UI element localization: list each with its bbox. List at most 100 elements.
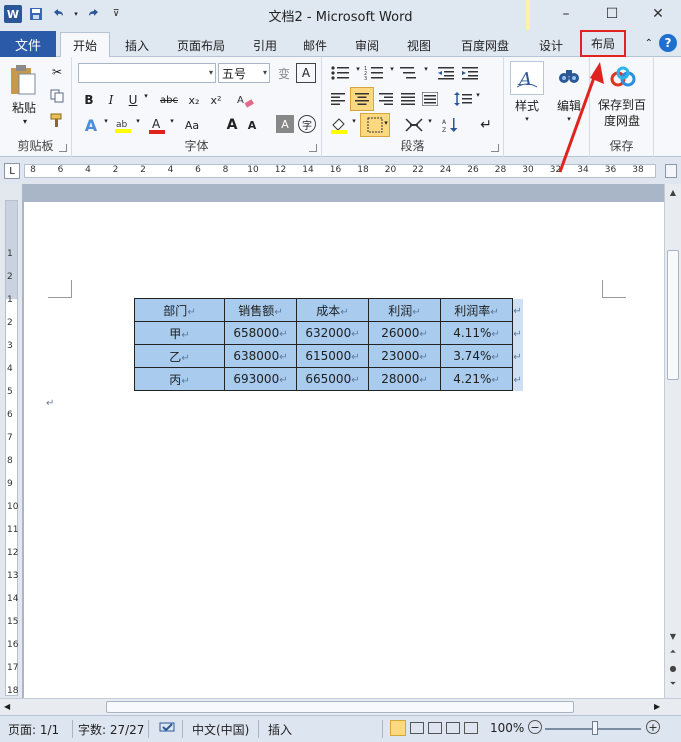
table-row[interactable]: 丙↵ 693000↵ 665000↵ 28000↵ 4.21%↵ ↵ (134, 367, 523, 391)
table-cell[interactable]: 28000↵ (368, 367, 441, 391)
data-table[interactable]: 部门↵ 销售额↵ 成本↵ 利润↵ 利润率↵ ↵ 甲↵ 658000↵ 632000↵ 26000↵… (134, 298, 523, 391)
tab-file[interactable]: 文件 (0, 31, 56, 57)
distributed-icon[interactable] (420, 89, 440, 109)
zoom-slider-thumb[interactable] (592, 721, 598, 735)
bullets-icon[interactable] (328, 63, 354, 83)
underline-dropdown-icon[interactable]: ▾ (142, 92, 150, 100)
font-size-combo[interactable]: 五号 ▾ (218, 63, 270, 83)
paste-button[interactable]: 粘贴 (8, 99, 40, 116)
find-binoculars-icon[interactable] (554, 61, 584, 91)
table-header-cell[interactable]: 销售额↵ (224, 298, 297, 322)
page[interactable]: 部门↵ 销售额↵ 成本↵ 利润↵ 利润率↵ ↵ 甲↵ 658000↵ 632000↵ 26000↵… (24, 202, 664, 698)
next-page-icon[interactable]: ⏷ (667, 678, 679, 690)
tab-design[interactable]: 设计 (530, 33, 572, 57)
table-cell[interactable]: 658000↵ (224, 321, 297, 345)
phonetic-guide-icon[interactable]: 变 (274, 63, 294, 83)
sort-icon[interactable]: AZ (440, 115, 462, 135)
shading-icon[interactable] (328, 115, 350, 135)
status-page[interactable]: 页面: 1/1 (8, 721, 59, 738)
enclose-characters-icon[interactable]: 字 (298, 115, 316, 133)
chinese-layout-icon[interactable] (402, 115, 426, 135)
help-icon[interactable]: ? (659, 34, 677, 52)
minimize-button[interactable]: – (543, 0, 589, 28)
subscript-icon[interactable]: x₂ (184, 90, 204, 110)
tab-mailings[interactable]: 邮件 (294, 33, 336, 57)
show-hide-marks-icon[interactable]: ↵ (476, 115, 496, 135)
tab-references[interactable]: 引用 (244, 33, 286, 57)
bullets-dropdown-icon[interactable]: ▾ (354, 65, 362, 73)
table-header-cell[interactable]: 成本↵ (296, 298, 369, 322)
horizontal-scroll-thumb[interactable] (106, 701, 574, 713)
full-screen-reading-icon[interactable] (410, 722, 424, 734)
scroll-up-icon[interactable]: ▲ (667, 186, 679, 198)
outline-view-icon[interactable] (446, 722, 460, 734)
superscript-icon[interactable]: x² (206, 90, 226, 110)
clear-formatting-icon[interactable]: A (232, 90, 258, 110)
clipboard-launcher-icon[interactable] (59, 144, 67, 152)
table-header-cell[interactable]: 部门↵ (134, 298, 225, 322)
table-cell[interactable]: 4.11%↵ (440, 321, 513, 345)
horizontal-ruler[interactable]: 8 6 4 2 2 4 6 8 10 12 14 16 18 20 22 24 26 28 30 32 34 36 38 (24, 164, 656, 178)
italic-icon[interactable]: I (102, 90, 120, 110)
tab-layout[interactable]: 布局 (580, 30, 626, 57)
scroll-left-icon[interactable]: ◀ (4, 702, 10, 711)
maximize-button[interactable]: ☐ (589, 0, 635, 28)
align-left-icon[interactable] (328, 89, 348, 109)
line-spacing-icon[interactable] (452, 89, 474, 109)
table-cell[interactable]: 26000↵ (368, 321, 441, 345)
table-cell[interactable]: 4.21%↵ (440, 367, 513, 391)
font-color-dropdown-icon[interactable]: ▾ (168, 117, 176, 125)
table-row[interactable]: 乙↵ 638000↵ 615000↵ 23000↵ 3.74%↵ ↵ (134, 344, 523, 368)
text-effects-dropdown-icon[interactable]: ▾ (102, 117, 110, 125)
table-header-cell[interactable]: 利润↵ (368, 298, 441, 322)
table-cell[interactable]: 23000↵ (368, 344, 441, 368)
zoom-out-icon[interactable]: − (528, 720, 542, 734)
table-row[interactable]: 甲↵ 658000↵ 632000↵ 26000↵ 4.11%↵ ↵ (134, 321, 523, 345)
line-spacing-dropdown-icon[interactable]: ▾ (474, 91, 482, 99)
table-cell[interactable]: 丙↵ (134, 367, 225, 391)
highlight-dropdown-icon[interactable]: ▾ (134, 117, 142, 125)
tab-home[interactable]: 开始 (60, 32, 110, 58)
zoom-in-icon[interactable]: + (646, 720, 660, 734)
web-layout-icon[interactable] (428, 722, 442, 734)
print-layout-view-icon[interactable] (390, 720, 406, 736)
text-effects-icon[interactable]: A (80, 115, 102, 135)
tab-baidu-netdisk[interactable]: 百度网盘 (450, 33, 520, 57)
minimize-ribbon-icon[interactable]: ⌃ (645, 38, 653, 49)
font-launcher-icon[interactable] (309, 144, 317, 152)
table-cell[interactable]: 632000↵ (296, 321, 369, 345)
align-right-icon[interactable] (376, 89, 396, 109)
styles-gallery-icon[interactable]: A (510, 61, 544, 95)
previous-page-icon[interactable]: ⏶ (667, 646, 679, 658)
change-case-icon[interactable]: Aa (178, 115, 206, 135)
borders-dropdown-icon[interactable]: ▾ (382, 119, 390, 127)
status-insert-mode[interactable]: 插入 (268, 721, 292, 738)
table-cell[interactable]: 甲↵ (134, 321, 225, 345)
underline-icon[interactable]: U (124, 90, 142, 110)
paste-icon[interactable] (8, 63, 38, 97)
edit-dropdown-icon[interactable]: ▾ (564, 115, 574, 123)
paragraph-launcher-icon[interactable] (491, 144, 499, 152)
scroll-right-icon[interactable]: ▶ (654, 702, 660, 711)
styles-dropdown-icon[interactable]: ▾ (522, 115, 532, 123)
tab-review[interactable]: 审阅 (346, 33, 388, 57)
font-name-combo[interactable]: ▾ (78, 63, 216, 83)
tab-page-layout[interactable]: 页面布局 (168, 33, 234, 57)
vertical-scrollbar[interactable]: ▲ ▼ ⏶ ● ⏷ (664, 184, 681, 698)
draft-view-icon[interactable] (464, 722, 478, 734)
copy-icon[interactable] (48, 87, 66, 105)
baidu-netdisk-icon[interactable] (608, 63, 638, 93)
highlight-color-icon[interactable]: ab (112, 115, 134, 135)
styles-button[interactable]: 样式 (508, 97, 546, 114)
bold-icon[interactable]: B (80, 90, 98, 110)
grow-font-icon[interactable]: A (222, 115, 242, 135)
font-name-dropdown-icon[interactable]: ▾ (209, 68, 213, 77)
edit-button[interactable]: 编辑 (550, 97, 588, 114)
status-language[interactable]: 中文(中国) (192, 721, 249, 738)
justify-icon[interactable] (398, 89, 418, 109)
browse-object-icon[interactable]: ● (667, 662, 679, 674)
vertical-scroll-thumb[interactable] (667, 250, 679, 380)
table-cell[interactable]: 693000↵ (224, 367, 297, 391)
font-color-icon[interactable]: A (146, 115, 168, 135)
numbering-icon[interactable]: 123 (362, 63, 388, 83)
